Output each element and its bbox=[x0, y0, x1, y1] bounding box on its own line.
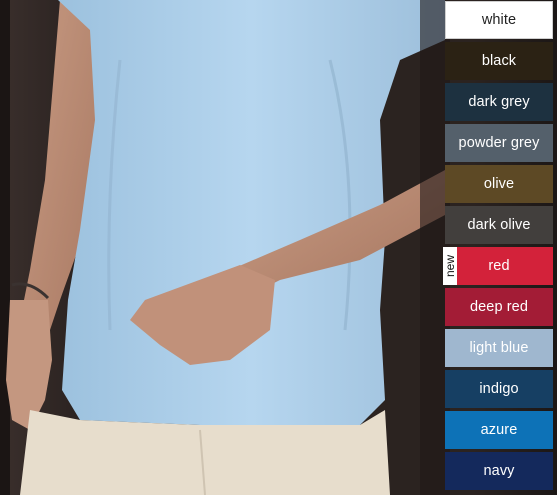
color-swatch-black[interactable]: black bbox=[445, 42, 553, 80]
color-swatch-deep-red[interactable]: deep red bbox=[445, 288, 553, 326]
color-swatch-label: azure bbox=[480, 422, 518, 438]
color-swatch-label: black bbox=[481, 53, 517, 69]
color-swatch-dark-olive[interactable]: dark olive bbox=[445, 206, 553, 244]
color-swatch-label: olive bbox=[483, 176, 515, 192]
color-swatch-light-blue[interactable]: light blue bbox=[445, 329, 553, 367]
color-swatch-label: red bbox=[488, 258, 510, 274]
color-swatch-powder-grey[interactable]: powder grey bbox=[445, 124, 553, 162]
color-swatch-label: indigo bbox=[479, 381, 519, 397]
color-swatch-dark-grey[interactable]: dark grey bbox=[445, 83, 553, 121]
new-badge: new bbox=[443, 247, 457, 285]
color-swatch-red[interactable]: red bbox=[445, 247, 553, 285]
color-swatch-navy[interactable]: navy bbox=[445, 452, 553, 490]
color-swatch-label: dark olive bbox=[467, 217, 531, 233]
color-swatch-list: white black dark grey powder grey olive dark … bbox=[445, 0, 557, 495]
color-swatch-olive[interactable]: olive bbox=[445, 165, 553, 203]
color-swatch-label: deep red bbox=[469, 299, 529, 315]
color-swatch-label: white bbox=[481, 12, 517, 28]
color-swatch-label: navy bbox=[483, 463, 515, 479]
new-badge-label: new bbox=[443, 255, 457, 278]
color-swatch-white[interactable]: white bbox=[445, 1, 553, 39]
color-swatch-label: light blue bbox=[469, 340, 529, 356]
color-swatch-indigo[interactable]: indigo bbox=[445, 370, 553, 408]
color-swatch-label: powder grey bbox=[458, 135, 540, 151]
color-swatch-label: dark grey bbox=[468, 94, 530, 110]
color-swatch-azure[interactable]: azure bbox=[445, 411, 553, 449]
